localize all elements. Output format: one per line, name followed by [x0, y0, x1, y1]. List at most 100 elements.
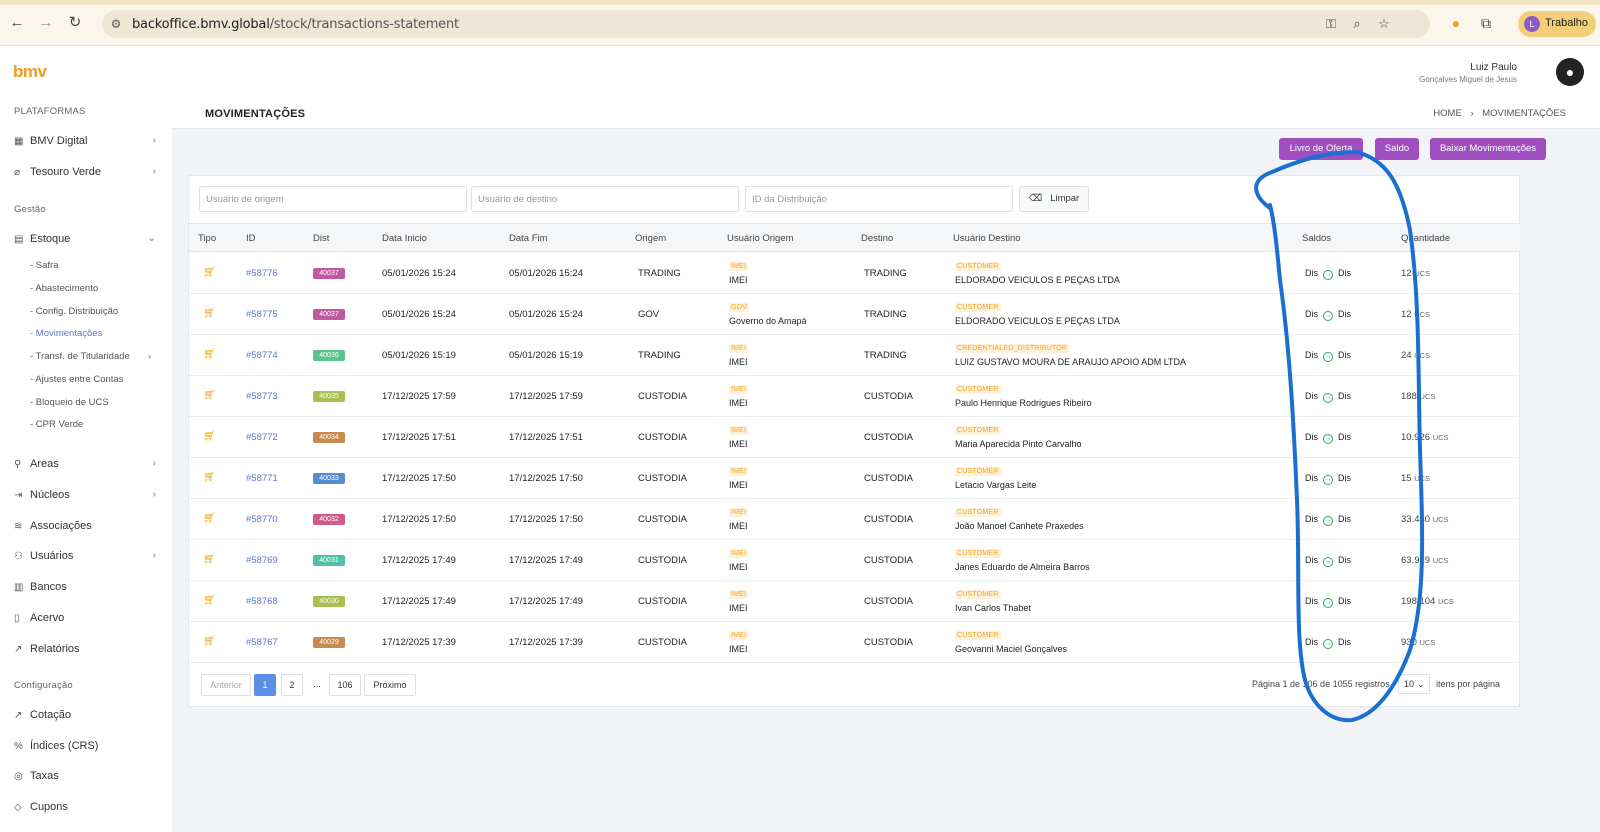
cart-icon: 🛒︎	[203, 472, 216, 483]
th-destino[interactable]: Destino	[861, 233, 893, 244]
th-data-fim[interactable]: Data Fim	[509, 233, 548, 244]
sidebar-item-tesouro-verde[interactable]: ⌀ Tesouro Verde ›	[14, 162, 164, 182]
main-content: MOVIMENTAÇÕES HOME › MOVIMENTAÇÕES Livro…	[172, 101, 1600, 832]
th-quantidade[interactable]: Quantidade	[1401, 233, 1450, 244]
sidebar-sub-abastecimento[interactable]: - Abastecimento	[30, 282, 98, 296]
dist-badge[interactable]: 40030	[313, 596, 345, 607]
livro-de-oferta-button[interactable]: Livro de Oferta	[1279, 138, 1363, 160]
dist-badge[interactable]: 40034	[313, 432, 345, 443]
origem: CUSTODIA	[638, 596, 687, 607]
dist-badge[interactable]: 40029	[313, 637, 345, 648]
sidebar-item-nucleos[interactable]: ⇥ Núcleos ›	[14, 485, 164, 505]
baixar-movimentacoes-button[interactable]: Baixar Movimentações	[1430, 138, 1546, 160]
dist-badge[interactable]: 40032	[313, 514, 345, 525]
th-usuario-destino[interactable]: Usuário Destino	[953, 233, 1021, 244]
table-row[interactable]: 🛒︎ #58772 40034 17/12/2025 17:51 17/12/2025 …	[189, 417, 1521, 458]
app-logo[interactable]: bmv	[13, 62, 47, 82]
sidebar-item-usuarios[interactable]: ⚇ Usuários ›	[14, 546, 164, 566]
per-page-select[interactable]: 10 ⌄	[1398, 674, 1430, 694]
origin-user-tag: GOV	[729, 303, 750, 312]
sidebar-item-areas[interactable]: ⚲ Areas ›	[14, 454, 164, 474]
clear-filters-button[interactable]: ⌫ Limpar	[1019, 186, 1089, 212]
dist-badge[interactable]: 40037	[313, 309, 345, 320]
transaction-id-link[interactable]: #58769	[246, 555, 278, 566]
table-row[interactable]: 🛒︎ #58775 40037 05/01/2026 15:24 05/01/2026 …	[189, 294, 1521, 335]
pagination-prev[interactable]: Anterior	[201, 674, 251, 696]
table-row[interactable]: 🛒︎ #58769 40031 17/12/2025 17:49 17/12/2025 …	[189, 540, 1521, 581]
sidebar-item-bancos[interactable]: ▥ Bancos	[14, 577, 164, 597]
sidebar-item-cotacao[interactable]: ↗ Cotação	[14, 705, 164, 725]
sidebar-item-acervo[interactable]: ▯ Acervo	[14, 608, 164, 628]
sidebar-sub-cpr-verde[interactable]: - CPR Verde	[30, 418, 83, 432]
table-row[interactable]: 🛒︎ #58773 40035 17/12/2025 17:59 17/12/2025 …	[189, 376, 1521, 417]
pagination-page-2[interactable]: 2	[281, 674, 303, 696]
destination-user-input[interactable]: Usuário de destino	[471, 186, 739, 212]
transaction-id-link[interactable]: #58767	[246, 637, 278, 648]
extensions-puzzle-icon[interactable]: ⧉	[1476, 13, 1496, 33]
sidebar-sub-ajustes[interactable]: - Ajustes entre Contas	[30, 373, 123, 387]
dist-badge[interactable]: 40036	[313, 350, 345, 361]
distribution-id-input[interactable]: ID da Distribuição	[745, 186, 1013, 212]
back-icon[interactable]: ←	[8, 14, 26, 32]
pagination-page-1[interactable]: 1	[254, 674, 276, 696]
transaction-id-link[interactable]: #58772	[246, 432, 278, 443]
sidebar-item-taxas[interactable]: ◎ Taxas	[14, 766, 164, 786]
transaction-id-link[interactable]: #58771	[246, 473, 278, 484]
table-row[interactable]: 🛒︎ #58767 40029 17/12/2025 17:39 17/12/2025 …	[189, 622, 1521, 663]
sidebar-item-cupons[interactable]: ◇ Cupons	[14, 797, 164, 817]
table-row[interactable]: 🛒︎ #58771 40033 17/12/2025 17:50 17/12/2025 …	[189, 458, 1521, 499]
pagination-page-last[interactable]: 106	[329, 674, 361, 696]
breadcrumb-home[interactable]: HOME	[1433, 108, 1462, 119]
pagination-next[interactable]: Próximo	[364, 674, 416, 696]
th-saldos[interactable]: Saldos	[1302, 233, 1331, 244]
table-row[interactable]: 🛒︎ #58776 40037 05/01/2026 15:24 05/01/2026 …	[189, 253, 1521, 294]
table-row[interactable]: 🛒︎ #58770 40032 17/12/2025 17:50 17/12/2025 …	[189, 499, 1521, 540]
bookmark-star-icon[interactable]: ☆	[1375, 15, 1393, 33]
url-text[interactable]: backoffice.bmv.global/stock/transactions…	[132, 17, 459, 32]
sidebar-sub-transf-titularidade[interactable]: - Transf. de Titularidade ›	[30, 350, 156, 364]
address-bar[interactable]: ⚙ backoffice.bmv.global/stock/transactio…	[102, 10, 1430, 38]
sidebar-item-indices[interactable]: % Índices (CRS)	[14, 736, 164, 756]
sidebar-sub-bloqueio[interactable]: - Bloqueio de UCS	[30, 396, 109, 410]
sidebar-item-associacoes[interactable]: ≋ Associações	[14, 516, 164, 536]
dist-badge[interactable]: 40031	[313, 555, 345, 566]
th-usuario-origem[interactable]: Usuário Origem	[727, 233, 794, 244]
saldo-button[interactable]: Saldo	[1375, 138, 1419, 160]
zoom-icon[interactable]: ⌕	[1348, 15, 1366, 33]
sidebar-sub-config-distribuicao[interactable]: - Config. Distribuição	[30, 305, 118, 319]
sidebar-sub-safra[interactable]: - Safra	[30, 259, 59, 273]
profile-chip[interactable]: L Trabalho	[1518, 11, 1596, 37]
th-id[interactable]: ID	[246, 233, 256, 244]
transaction-id-link[interactable]: #58774	[246, 350, 278, 361]
th-origem[interactable]: Origem	[635, 233, 666, 244]
dist-badge[interactable]: 40035	[313, 391, 345, 402]
saldos: Dis → Dis	[1305, 432, 1351, 444]
transaction-id-link[interactable]: #58776	[246, 268, 278, 279]
password-key-icon[interactable]: ⚿	[1322, 15, 1340, 33]
dist-badge[interactable]: 40037	[313, 268, 345, 279]
site-info-icon[interactable]: ⚙	[108, 16, 124, 32]
table-row[interactable]: 🛒︎ #58768 40030 17/12/2025 17:49 17/12/2025 …	[189, 581, 1521, 622]
cart-icon: 🛒︎	[203, 349, 216, 360]
transaction-id-link[interactable]: #58770	[246, 514, 278, 525]
table-row[interactable]: 🛒︎ #58774 40036 05/01/2026 15:19 05/01/2026 …	[189, 335, 1521, 376]
destination-user-name: Ivan Carlos Thabet	[955, 603, 1031, 613]
th-data-inicio[interactable]: Data Inicio	[382, 233, 427, 244]
th-tipo[interactable]: Tipo	[198, 233, 216, 244]
origin-user-input[interactable]: Usuário de origem	[199, 186, 467, 212]
user-avatar-icon[interactable]: ●	[1556, 58, 1584, 86]
forward-icon[interactable]: →	[37, 14, 55, 32]
th-dist[interactable]: Dist	[313, 233, 329, 244]
extension-icon[interactable]: ●	[1446, 13, 1466, 33]
dist-badge[interactable]: 40033	[313, 473, 345, 484]
data-inicio: 17/12/2025 17:50	[382, 473, 456, 484]
transaction-id-link[interactable]: #58768	[246, 596, 278, 607]
reload-icon[interactable]: ↻	[66, 14, 84, 32]
sidebar-item-relatorios[interactable]: ↗ Relatórios	[14, 639, 164, 659]
sidebar-sub-movimentacoes[interactable]: - Movimentações	[30, 327, 102, 341]
sidebar-item-estoque[interactable]: ▤ Estoque ⌄	[14, 229, 164, 249]
origem: CUSTODIA	[638, 514, 687, 525]
transaction-id-link[interactable]: #58775	[246, 309, 278, 320]
transaction-id-link[interactable]: #58773	[246, 391, 278, 402]
sidebar-item-bmv-digital[interactable]: ▦ BMV Digital ›	[14, 131, 164, 151]
